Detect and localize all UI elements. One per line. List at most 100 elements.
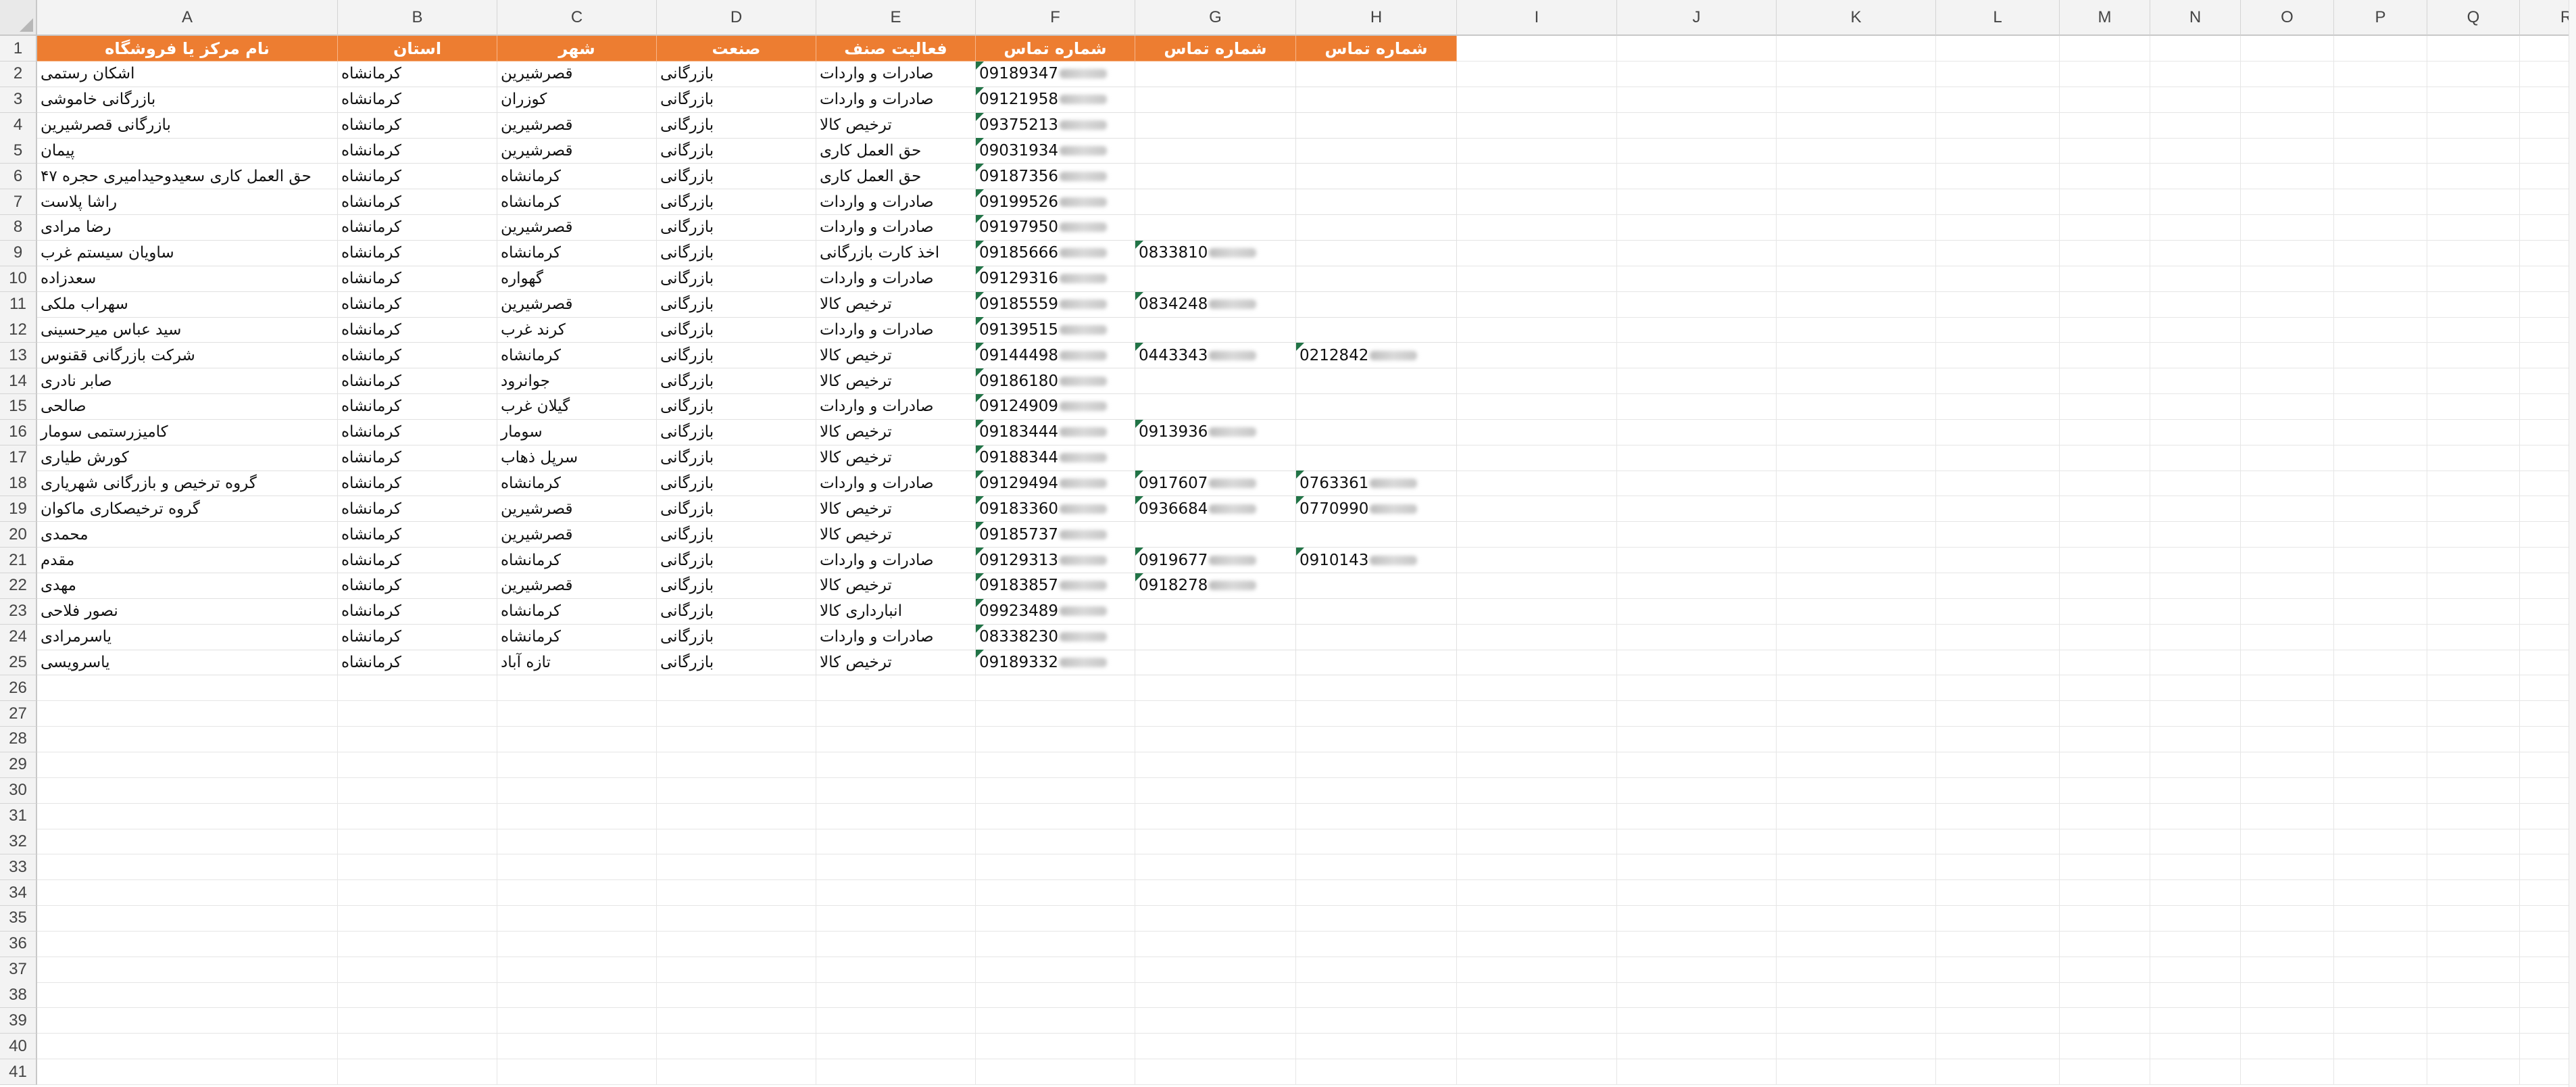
cell-p10[interactable] xyxy=(2334,266,2427,292)
cell-d21[interactable]: بازرگانی xyxy=(657,548,816,573)
cell-a7[interactable]: راشا پلاست xyxy=(37,189,338,216)
cell-i23[interactable] xyxy=(1457,598,1617,625)
cell-d16[interactable]: بازرگانی xyxy=(657,419,816,445)
cell-g2[interactable] xyxy=(1135,61,1296,87)
cell-h5[interactable] xyxy=(1296,138,1457,164)
cell-k23[interactable] xyxy=(1777,598,1936,625)
cell-e4[interactable]: ترخیص کالا xyxy=(816,112,976,139)
cell-n13[interactable] xyxy=(2150,343,2241,369)
cell-h27[interactable] xyxy=(1296,701,1457,727)
cell-g6[interactable] xyxy=(1135,164,1296,190)
cell-k39[interactable] xyxy=(1777,1008,1936,1034)
cell-k40[interactable] xyxy=(1777,1034,1936,1060)
cell-l14[interactable] xyxy=(1936,368,2060,395)
row-header-3[interactable]: 3 xyxy=(0,87,37,113)
cell-i13[interactable] xyxy=(1457,343,1617,369)
cell-p35[interactable] xyxy=(2334,905,2427,932)
cell-a5[interactable]: پیمان xyxy=(37,138,338,164)
cell-o23[interactable] xyxy=(2241,598,2334,625)
cell-d27[interactable] xyxy=(657,701,816,727)
cell-h9[interactable] xyxy=(1296,240,1457,266)
cell-o35[interactable] xyxy=(2241,905,2334,932)
cell-p22[interactable] xyxy=(2334,573,2427,599)
cell-l39[interactable] xyxy=(1936,1008,2060,1034)
cell-c12[interactable]: کرند غرب xyxy=(497,317,657,343)
cell-i3[interactable] xyxy=(1457,87,1617,113)
cell-h38[interactable] xyxy=(1296,982,1457,1009)
row-header-32[interactable]: 32 xyxy=(0,829,37,855)
cell-k10[interactable] xyxy=(1777,266,1936,292)
cell-m27[interactable] xyxy=(2060,701,2150,727)
cell-c36[interactable] xyxy=(497,931,657,957)
cell-n27[interactable] xyxy=(2150,701,2241,727)
cell-d20[interactable]: بازرگانی xyxy=(657,522,816,548)
cell-m8[interactable] xyxy=(2060,214,2150,241)
cell-n15[interactable] xyxy=(2150,393,2241,420)
cell-r28[interactable] xyxy=(2520,727,2576,752)
cell-c27[interactable] xyxy=(497,701,657,727)
cell-i41[interactable] xyxy=(1457,1059,1617,1085)
cell-h26[interactable] xyxy=(1296,675,1457,702)
cell-d34[interactable] xyxy=(657,880,816,907)
cell-b40[interactable] xyxy=(338,1034,497,1060)
cell-m13[interactable] xyxy=(2060,343,2150,369)
cell-j4[interactable] xyxy=(1617,112,1777,139)
cell-e11[interactable]: ترخیص کالا xyxy=(816,291,976,318)
cell-p16[interactable] xyxy=(2334,419,2427,445)
row-header-33[interactable]: 33 xyxy=(0,854,37,881)
cell-q10[interactable] xyxy=(2427,266,2520,292)
cell-c23[interactable]: کرمانشاه xyxy=(497,598,657,625)
cell-g25[interactable] xyxy=(1135,650,1296,676)
cell-h29[interactable] xyxy=(1296,752,1457,778)
cell-n5[interactable] xyxy=(2150,138,2241,164)
cell-b36[interactable] xyxy=(338,931,497,957)
cell-r15[interactable] xyxy=(2520,394,2576,420)
cell-a17[interactable]: کورش طیاری xyxy=(37,445,338,471)
cell-q39[interactable] xyxy=(2427,1008,2520,1034)
cell-r36[interactable] xyxy=(2520,932,2576,957)
cell-q37[interactable] xyxy=(2427,957,2520,983)
cell-k25[interactable] xyxy=(1777,650,1936,676)
cell-a32[interactable] xyxy=(37,829,338,855)
cell-h24[interactable] xyxy=(1296,624,1457,650)
phone-cell-f12[interactable]: 09139515 xyxy=(976,317,1135,343)
cell-b10[interactable]: کرمانشاه xyxy=(338,266,497,292)
cell-m35[interactable] xyxy=(2060,905,2150,932)
cell-a23[interactable]: نصور فلاحی xyxy=(37,598,338,625)
cell-j22[interactable] xyxy=(1617,573,1777,599)
cell-a24[interactable]: یاسرمرادی xyxy=(37,624,338,650)
cell-r2[interactable] xyxy=(2520,62,2576,87)
cell-b4[interactable]: کرمانشاه xyxy=(338,112,497,139)
row-header-27[interactable]: 27 xyxy=(0,701,37,727)
cell-a40[interactable] xyxy=(37,1034,338,1060)
cell-r5[interactable] xyxy=(2520,138,2576,164)
column-header-q[interactable]: Q xyxy=(2427,0,2520,36)
cell-k2[interactable] xyxy=(1777,61,1936,87)
cell-f31[interactable] xyxy=(976,803,1135,829)
cell-k11[interactable] xyxy=(1777,291,1936,318)
cell-p37[interactable] xyxy=(2334,957,2427,983)
cell-p18[interactable] xyxy=(2334,470,2427,497)
cell-o30[interactable] xyxy=(2241,777,2334,804)
cell-o36[interactable] xyxy=(2241,931,2334,957)
cell-h6[interactable] xyxy=(1296,164,1457,190)
cell-o3[interactable] xyxy=(2241,87,2334,113)
cell-c10[interactable]: گهواره xyxy=(497,266,657,292)
cell-m38[interactable] xyxy=(2060,982,2150,1009)
cell-p26[interactable] xyxy=(2334,675,2427,702)
cell-k14[interactable] xyxy=(1777,368,1936,395)
cell-m14[interactable] xyxy=(2060,368,2150,395)
cell-i18[interactable] xyxy=(1457,470,1617,497)
cell-e27[interactable] xyxy=(816,701,976,727)
cell-l41[interactable] xyxy=(1936,1059,2060,1085)
cell-p31[interactable] xyxy=(2334,803,2427,829)
cell-h4[interactable] xyxy=(1296,112,1457,139)
cell-j32[interactable] xyxy=(1617,829,1777,855)
cell-o31[interactable] xyxy=(2241,803,2334,829)
phone-cell-g22[interactable]: 0918278 xyxy=(1135,573,1296,599)
cell-c35[interactable] xyxy=(497,905,657,932)
phone-cell-g21[interactable]: 0919677 xyxy=(1135,548,1296,573)
cell-e7[interactable]: صادرات و واردات xyxy=(816,189,976,216)
phone-cell-f15[interactable]: 09124909 xyxy=(976,393,1135,420)
cell-n40[interactable] xyxy=(2150,1034,2241,1060)
